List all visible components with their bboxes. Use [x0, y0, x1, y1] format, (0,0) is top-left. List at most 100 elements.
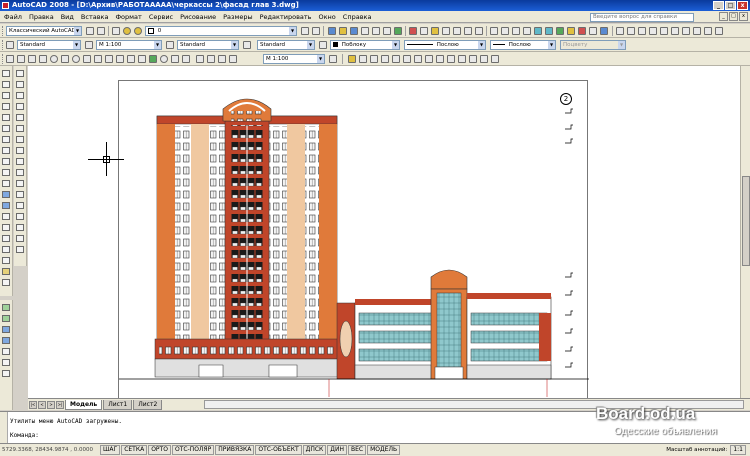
doc-close-button[interactable]: x	[739, 12, 748, 21]
explode-icon[interactable]	[16, 246, 24, 253]
toolbar-grip[interactable]	[2, 54, 4, 64]
properties-icon[interactable]	[534, 27, 542, 35]
table-icon[interactable]	[2, 257, 10, 264]
break-icon[interactable]	[16, 202, 24, 209]
jogged-linear-icon[interactable]	[182, 55, 190, 63]
tab-model[interactable]: Модель	[65, 399, 103, 410]
arc-icon[interactable]	[2, 125, 10, 132]
menu-help[interactable]: Справка	[343, 13, 372, 21]
markup-icon[interactable]	[578, 27, 586, 35]
snap-icon-13[interactable]	[480, 55, 488, 63]
menu-modify[interactable]: Редактировать	[260, 13, 312, 21]
doc-restore-button[interactable]: □	[729, 12, 738, 21]
annotation-scale-select[interactable]: 1:1	[730, 445, 746, 455]
snap-toggle[interactable]: ШАГ	[100, 445, 121, 455]
redo-icon[interactable]	[475, 27, 483, 35]
polar-toggle[interactable]: ОТС-ПОЛЯР	[171, 445, 215, 455]
inquiry-icon-7[interactable]	[2, 370, 10, 377]
nav-icon-1[interactable]	[616, 27, 624, 35]
toolbar-grip[interactable]	[2, 26, 4, 36]
arc-length-icon[interactable]	[28, 55, 36, 63]
lineweight-select[interactable]: Послою ▼	[490, 40, 556, 50]
area-icon[interactable]	[2, 315, 10, 322]
point-icon[interactable]	[2, 213, 10, 220]
menu-window[interactable]: Окно	[319, 13, 336, 21]
snap-icon-11[interactable]	[458, 55, 466, 63]
gradient-icon[interactable]	[2, 235, 10, 242]
zoom-window-icon[interactable]	[512, 27, 520, 35]
menu-view[interactable]: Вид	[61, 13, 74, 21]
nav-icon-8[interactable]	[693, 27, 701, 35]
diameter-dim-icon[interactable]	[72, 55, 80, 63]
rectangle-icon[interactable]	[2, 114, 10, 121]
ducs-toggle[interactable]: ДПСК	[302, 445, 327, 455]
ellipse-icon[interactable]	[2, 169, 10, 176]
tab-next-button[interactable]: >	[47, 400, 55, 409]
multileader-style-icon[interactable]	[319, 41, 327, 49]
block-editor-icon[interactable]	[453, 27, 461, 35]
erase-icon[interactable]	[16, 70, 24, 77]
angular-dim-icon[interactable]	[83, 55, 91, 63]
jogged-dim-icon[interactable]	[61, 55, 69, 63]
array-icon[interactable]	[16, 114, 24, 121]
menu-file[interactable]: Файл	[4, 13, 22, 21]
layer-previous-icon[interactable]	[312, 27, 320, 35]
3d-dwf-icon[interactable]	[394, 27, 402, 35]
nav-icon-9[interactable]	[704, 27, 712, 35]
nav-icon-3[interactable]	[638, 27, 646, 35]
fillet-icon[interactable]	[16, 235, 24, 242]
tab-last-button[interactable]: >|	[56, 400, 64, 409]
baseline-dim-icon[interactable]	[105, 55, 113, 63]
dim-update-icon[interactable]	[218, 55, 226, 63]
mtext-icon[interactable]	[2, 268, 10, 275]
dim-style-manager-icon[interactable]	[329, 55, 337, 63]
sheet-set-manager-icon[interactable]	[567, 27, 575, 35]
command-prompt[interactable]: Команда:	[10, 432, 39, 439]
nav-icon-2[interactable]	[627, 27, 635, 35]
aligned-dim-icon[interactable]	[17, 55, 25, 63]
tolerance-icon[interactable]	[149, 55, 157, 63]
new-icon[interactable]	[328, 27, 336, 35]
inquiry-icon-6[interactable]	[2, 359, 10, 366]
ordinate-dim-icon[interactable]	[39, 55, 47, 63]
vertical-scroll-thumb[interactable]	[742, 176, 750, 266]
close-button[interactable]: x	[737, 1, 748, 10]
snap-icon-2[interactable]	[359, 55, 367, 63]
snap-icon-1[interactable]	[348, 55, 356, 63]
distance-icon[interactable]	[2, 304, 10, 311]
table-style-icon[interactable]	[243, 41, 251, 49]
ortho-toggle[interactable]: ОРТО	[148, 445, 171, 455]
copy-icon[interactable]	[420, 27, 428, 35]
snap-icon-9[interactable]	[436, 55, 444, 63]
maximize-button[interactable]: □	[725, 1, 736, 10]
tab-first-button[interactable]: |<	[29, 400, 37, 409]
snap-icon-10[interactable]	[447, 55, 455, 63]
linetype-select[interactable]: Послою ▼	[404, 40, 486, 50]
horizontal-scrollbar[interactable]	[204, 400, 744, 409]
trim-icon[interactable]	[16, 169, 24, 176]
model-toggle[interactable]: МОДЕЛЬ	[367, 445, 401, 455]
construction-line-icon[interactable]	[2, 81, 10, 88]
help-search-input[interactable]: Введите вопрос для справки	[590, 13, 694, 22]
drawing-area[interactable]: 2	[28, 66, 740, 400]
offset-icon[interactable]	[16, 103, 24, 110]
command-window[interactable]: Утилиты меню AutoCAD загружены. Команда:	[0, 411, 750, 444]
menu-format[interactable]: Формат	[115, 13, 141, 21]
menu-tools[interactable]: Сервис	[149, 13, 173, 21]
print-icon[interactable]	[361, 27, 369, 35]
lwt-toggle[interactable]: ВЕС	[347, 445, 367, 455]
chamfer-icon[interactable]	[16, 224, 24, 231]
tab-prev-button[interactable]: <	[38, 400, 46, 409]
text-style-select[interactable]: Standard ▼	[17, 40, 81, 50]
workspace-settings-icon[interactable]	[86, 27, 94, 35]
nav-icon-6[interactable]	[671, 27, 679, 35]
tool-palettes-icon[interactable]	[556, 27, 564, 35]
grid-toggle[interactable]: СЕТКА	[121, 445, 148, 455]
workspace-select[interactable]: Классический AutoCAD ▼	[6, 26, 82, 36]
dim-scale-select[interactable]: M 1:100 ▼	[96, 40, 162, 50]
my-workspace-icon[interactable]	[97, 27, 105, 35]
color-select[interactable]: Поблоку ▼	[330, 40, 400, 50]
nav-icon-10[interactable]	[715, 27, 723, 35]
dim-text-edit-icon[interactable]	[207, 55, 215, 63]
cut-icon[interactable]	[409, 27, 417, 35]
